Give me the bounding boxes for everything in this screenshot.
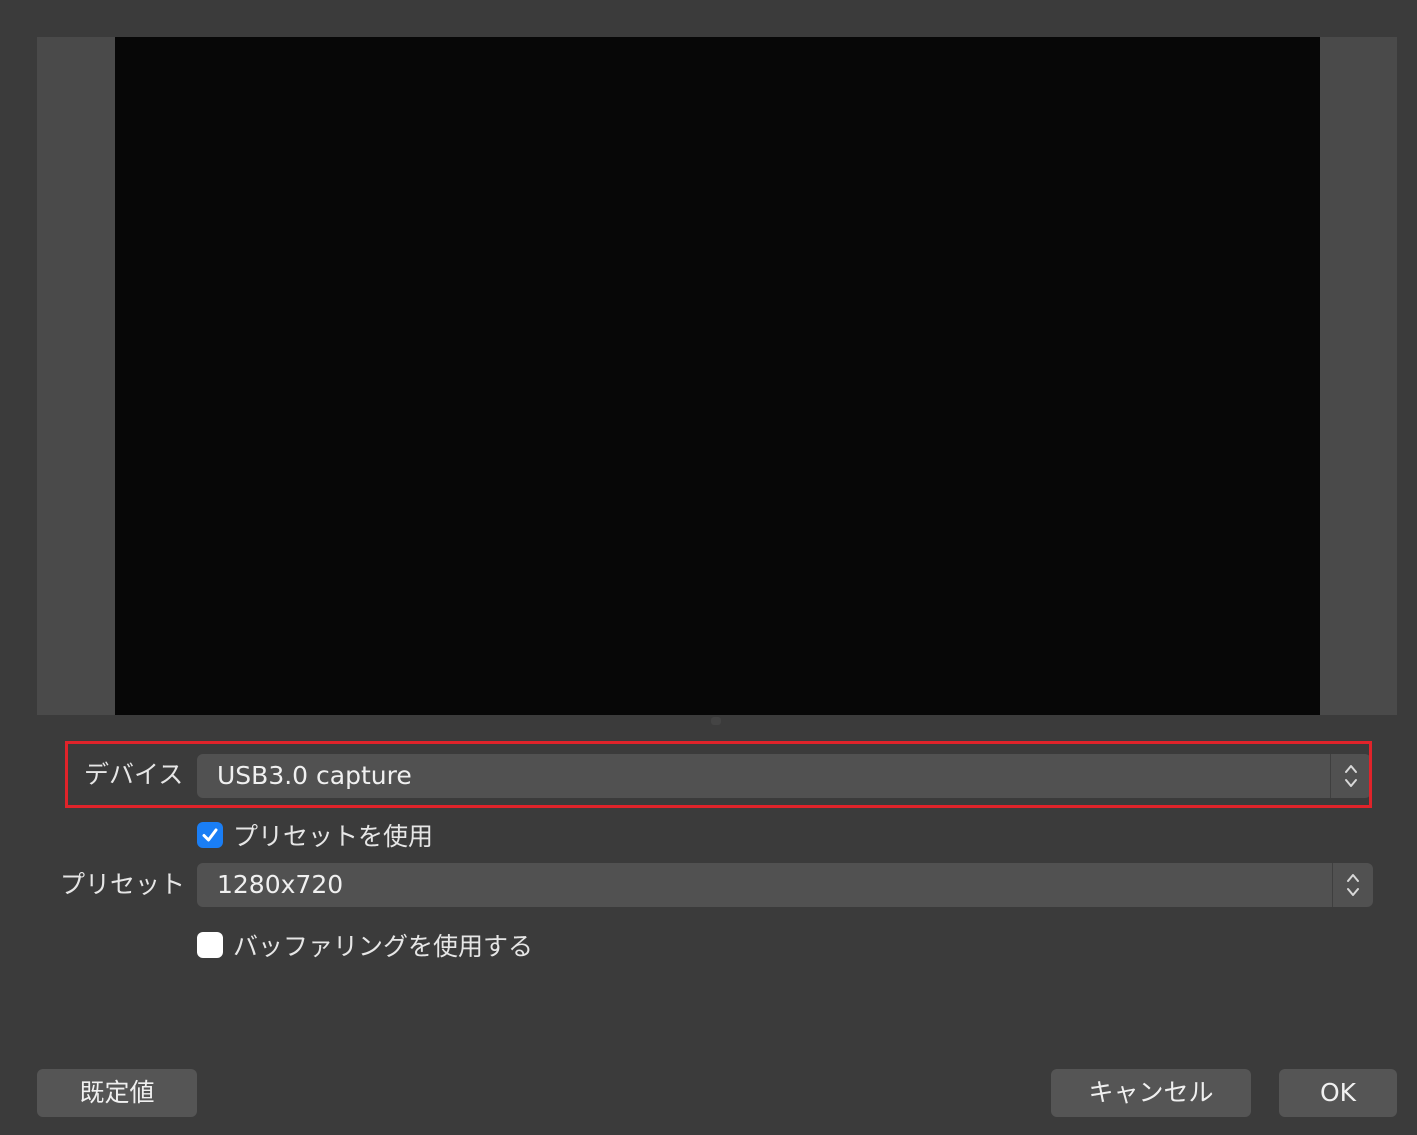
use-preset-label: プリセットを使用 bbox=[233, 822, 434, 851]
preset-select-stepper[interactable] bbox=[1332, 863, 1373, 907]
use-preset-checkbox[interactable] bbox=[197, 822, 223, 848]
preset-select[interactable]: 1280x720 bbox=[197, 863, 1373, 907]
use-buffering-checkbox-row[interactable]: バッファリングを使用する bbox=[197, 927, 533, 963]
checkmark-icon bbox=[202, 828, 218, 842]
use-buffering-label: バッファリングを使用する bbox=[233, 932, 534, 961]
use-preset-checkbox-row[interactable]: プリセットを使用 bbox=[197, 817, 433, 853]
preview-area bbox=[37, 37, 1397, 715]
chevron-up-down-icon bbox=[1345, 765, 1357, 787]
chevron-up-down-icon bbox=[1347, 874, 1359, 896]
properties-dialog: デバイス USB3.0 capture プリセットを使用 プリセット 1280x… bbox=[0, 0, 1417, 1135]
ok-button[interactable]: OK bbox=[1279, 1069, 1397, 1117]
splitter-handle[interactable] bbox=[711, 717, 721, 725]
cancel-button[interactable]: キャンセル bbox=[1051, 1069, 1251, 1117]
device-select-value: USB3.0 capture bbox=[217, 761, 412, 790]
device-select-stepper[interactable] bbox=[1330, 754, 1371, 798]
defaults-button[interactable]: 既定値 bbox=[37, 1069, 197, 1117]
preview-video bbox=[115, 37, 1320, 715]
preset-label: プリセット bbox=[60, 870, 186, 899]
preset-select-value: 1280x720 bbox=[217, 870, 344, 899]
use-buffering-checkbox[interactable] bbox=[197, 932, 223, 958]
device-select[interactable]: USB3.0 capture bbox=[197, 754, 1371, 798]
device-label: デバイス bbox=[84, 760, 184, 789]
